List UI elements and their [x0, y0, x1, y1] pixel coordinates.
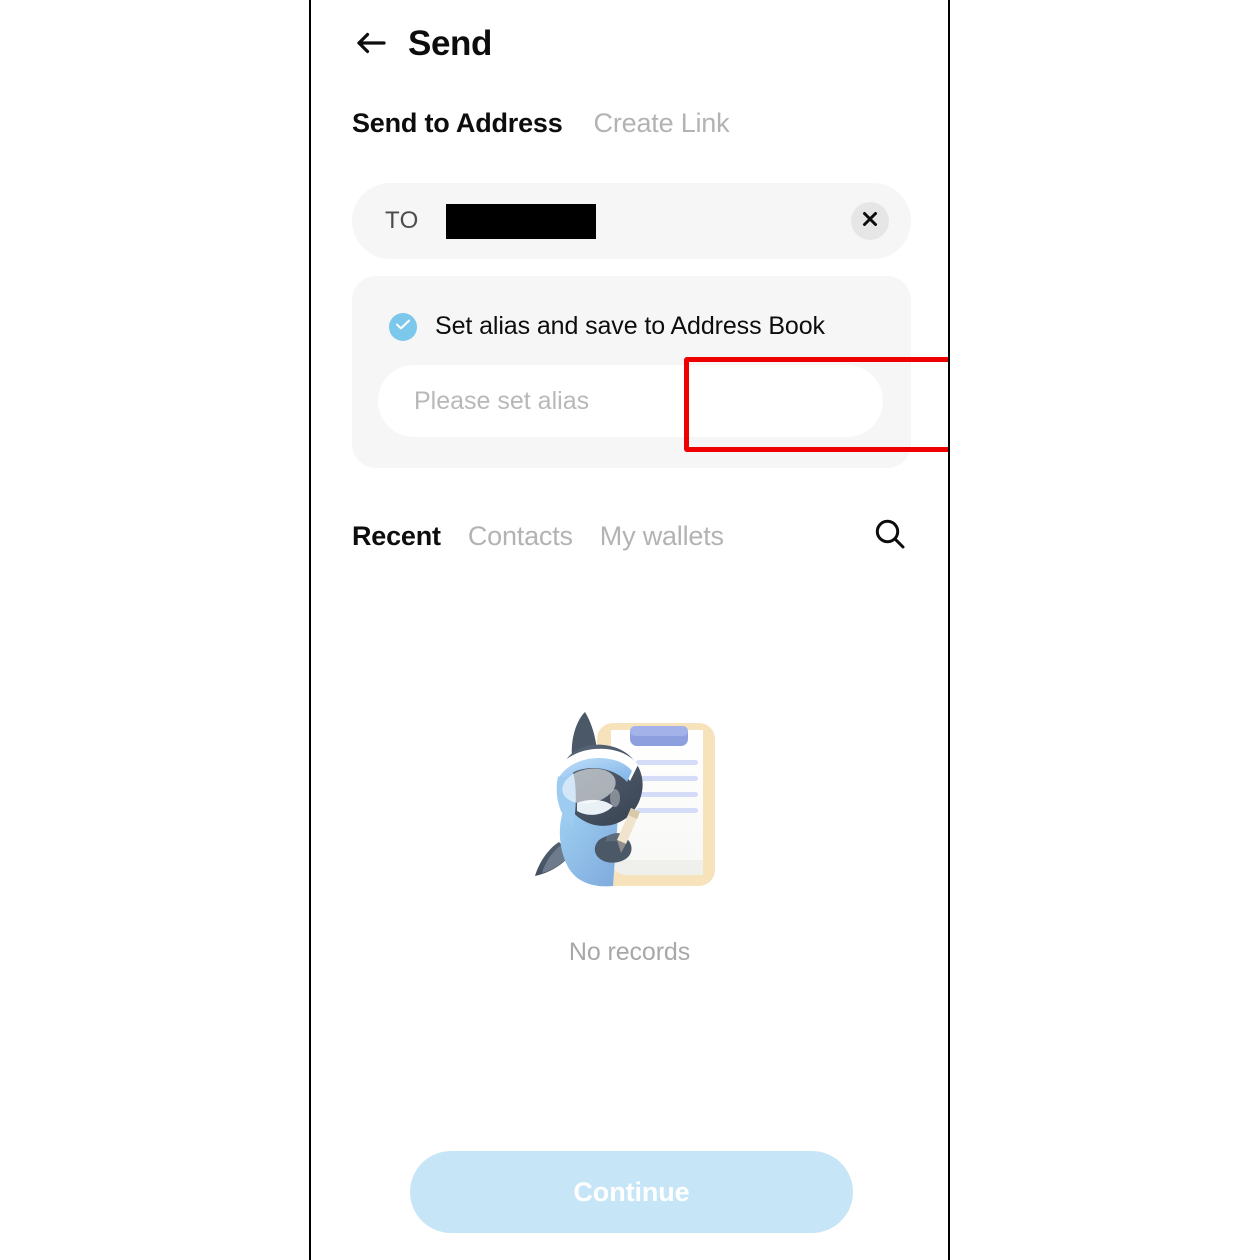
clear-address-button[interactable]: [851, 202, 889, 240]
set-alias-checkbox[interactable]: [389, 312, 417, 341]
mascot-with-clipboard-illustration: [515, 690, 745, 920]
tab-create-link[interactable]: Create Link: [594, 108, 730, 139]
empty-state: No records: [311, 690, 948, 967]
tab-recent[interactable]: Recent: [352, 521, 441, 552]
search-button[interactable]: [869, 515, 911, 557]
alias-card: Set alias and save to Address Book: [352, 276, 911, 468]
set-alias-checkbox-label: Set alias and save to Address Book: [435, 312, 825, 340]
alias-input-wrapper[interactable]: [378, 365, 883, 437]
list-tabs-row: Recent Contacts My wallets: [352, 512, 911, 560]
phone-frame: Send Send to Address Create Link TO Set …: [309, 0, 950, 1260]
page-title: Send: [408, 23, 492, 63]
back-button[interactable]: [352, 24, 390, 62]
search-icon: [873, 517, 907, 556]
to-label: TO: [385, 207, 419, 234]
tab-contacts[interactable]: Contacts: [468, 521, 573, 552]
recipient-address-field[interactable]: TO: [352, 183, 911, 259]
continue-button[interactable]: Continue: [410, 1151, 853, 1233]
check-icon: [395, 318, 411, 336]
set-alias-checkbox-row[interactable]: Set alias and save to Address Book: [389, 312, 825, 341]
app-header: Send: [311, 0, 948, 86]
close-icon: [861, 210, 879, 233]
recipient-address-redacted: [445, 203, 596, 239]
app-screen: Send Send to Address Create Link TO Set …: [311, 0, 948, 1260]
alias-input[interactable]: [414, 386, 847, 416]
empty-state-text: No records: [568, 938, 691, 966]
tab-my-wallets[interactable]: My wallets: [600, 521, 724, 552]
mode-tabs: Send to Address Create Link: [352, 108, 730, 139]
arrow-left-icon: [356, 30, 386, 56]
list-tabs: Recent Contacts My wallets: [352, 521, 724, 552]
tab-send-to-address[interactable]: Send to Address: [352, 108, 563, 139]
